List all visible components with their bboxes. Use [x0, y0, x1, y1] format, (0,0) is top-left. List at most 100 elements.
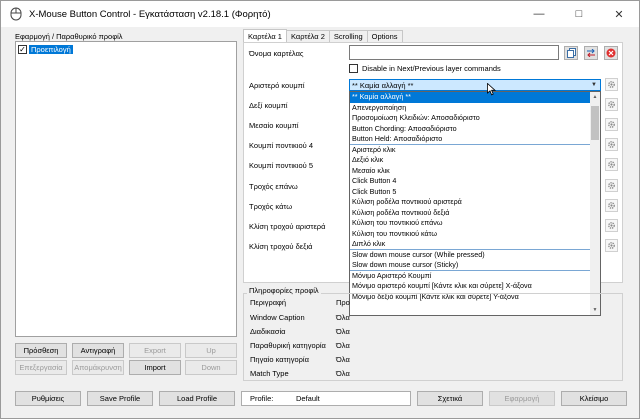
save-profile-button[interactable]: Save Profile — [87, 391, 153, 406]
copy-profile-button[interactable]: Αντιγραφή — [72, 343, 124, 358]
window-caption-value: Όλα — [336, 313, 350, 322]
wheel-up-label: Τροχός επάνω — [249, 182, 298, 191]
gear-icon[interactable] — [605, 219, 618, 232]
scrollbar-thumb[interactable] — [591, 106, 599, 140]
process-label: Διαδικασία — [250, 327, 286, 336]
description-label: Περιγραφή — [250, 298, 287, 307]
gear-icon[interactable] — [605, 199, 618, 212]
profiles-panel-title: Εφαρμογή / Παραθυρικό προφίλ — [15, 32, 123, 41]
list-item[interactable]: Slow down mouse cursor (Sticky) — [350, 260, 600, 271]
profile-checkbox[interactable]: ✓ — [18, 45, 27, 54]
description-value: Προ — [336, 298, 350, 307]
disable-layer-option[interactable]: Disable in Next/Previous layer commands — [349, 64, 501, 73]
tab-scrolling[interactable]: Scrolling — [328, 30, 368, 42]
left-button-action-select[interactable]: ** Καμία αλλαγή ** ▼ — [349, 79, 601, 91]
chevron-down-icon[interactable]: ▼ — [588, 80, 600, 90]
list-item[interactable]: Απενεργοποίηση — [350, 103, 600, 114]
mouse-button-4-label: Κουμπί ποντικιού 4 — [249, 141, 313, 150]
mouse-button-5-label: Κουμπί ποντικιού 5 — [249, 161, 313, 170]
list-item[interactable]: Click Button 5 — [350, 187, 600, 198]
list-item[interactable]: Διπλό κλικ — [350, 239, 600, 250]
list-item[interactable]: ✓ Προεπιλογή — [18, 44, 234, 55]
gear-icon[interactable] — [605, 118, 618, 131]
export-button[interactable]: Export — [129, 343, 181, 358]
process-value: Όλα — [336, 327, 350, 336]
up-button[interactable]: Up — [185, 343, 237, 358]
match-type-value: Όλα — [336, 369, 350, 378]
list-item[interactable]: Click Button 4 — [350, 176, 600, 187]
tab-strip: Καρτέλα 1 Καρτέλα 2 Scrolling Options — [243, 29, 403, 42]
window-class-value: Όλα — [336, 341, 350, 350]
profile-value: Default — [296, 394, 320, 403]
match-type-label: Match Type — [250, 369, 289, 378]
gear-icon[interactable] — [605, 158, 618, 171]
apply-button[interactable]: Εφαρμογή — [489, 391, 555, 406]
parent-class-value: Όλα — [336, 355, 350, 364]
window-title: X-Mouse Button Control - Εγκατάσταση v2.… — [29, 8, 271, 20]
tilt-left-label: Κλίση τροχού αριστερά — [249, 222, 326, 231]
edit-profile-button[interactable]: Επεξεργασία — [15, 360, 67, 375]
list-item[interactable]: Δεξιό κλικ — [350, 155, 600, 166]
list-item[interactable]: Αριστερό κλικ — [350, 145, 600, 156]
dropdown-scrollbar[interactable]: ▲ ▼ — [590, 92, 600, 315]
profile-label-text: Profile: — [250, 394, 274, 403]
settings-button[interactable]: Ρυθμίσεις — [15, 391, 81, 406]
tab-1[interactable]: Καρτέλα 1 — [243, 29, 287, 42]
add-profile-button[interactable]: Πρόσθεση — [15, 343, 67, 358]
profile-list[interactable]: ✓ Προεπιλογή — [15, 41, 237, 337]
tab-name-label: Όνομα καρτέλας — [249, 49, 304, 58]
parent-class-label: Πηγαίο κατηγορία — [250, 355, 309, 364]
list-item[interactable]: Κύλιση ροδέλα ποντικιού αριστερά — [350, 197, 600, 208]
wheel-down-label: Τροχός κάτω — [249, 202, 293, 211]
list-item[interactable]: Μόνιμο αριστερό κουμπί [Κάντε κλικ και σ… — [350, 281, 600, 292]
gear-icon[interactable] — [605, 179, 618, 192]
gear-icon[interactable] — [605, 138, 618, 151]
list-item[interactable]: Μόνιμο Αριστερό Κουμπί — [350, 271, 600, 282]
profile-label[interactable]: Προεπιλογή — [29, 45, 73, 54]
minimize-icon[interactable]: — — [519, 1, 559, 27]
profile-info-group — [243, 293, 623, 381]
close-icon[interactable]: ✕ — [599, 1, 639, 27]
mouse-cursor-icon — [487, 82, 497, 98]
tab-name-input[interactable] — [349, 45, 559, 60]
down-button[interactable]: Down — [185, 360, 237, 375]
title-bar: X-Mouse Button Control - Εγκατάσταση v2.… — [1, 1, 639, 27]
maximize-icon[interactable]: □ — [559, 1, 599, 27]
window-class-label: Παραθυρική κατηγορία — [250, 341, 326, 350]
import-button[interactable]: Import — [129, 360, 181, 375]
remove-profile-button[interactable]: Απομάκρυνση — [72, 360, 124, 375]
swap-icon[interactable] — [584, 46, 598, 60]
list-item[interactable]: Κύλιση του ποντικιού επάνω — [350, 218, 600, 229]
list-item[interactable]: Κύλιση του ποντικιού κάτω — [350, 229, 600, 240]
clear-icon[interactable] — [604, 46, 618, 60]
gear-icon[interactable] — [605, 239, 618, 252]
middle-button-label: Μεσαίο κουμπί — [249, 121, 299, 130]
app-window: X-Mouse Button Control - Εγκατάσταση v2.… — [0, 0, 640, 419]
tilt-right-label: Κλίση τροχού δεξιά — [249, 242, 313, 251]
list-item[interactable]: ** Καμία αλλαγή ** — [350, 92, 600, 103]
copy-icon[interactable] — [564, 46, 578, 60]
gear-icon[interactable] — [605, 98, 618, 111]
about-button[interactable]: Σχετικά — [417, 391, 483, 406]
tab-2[interactable]: Καρτέλα 2 — [285, 30, 330, 42]
profile-info-title: Πληροφορίες προφίλ — [247, 286, 321, 295]
scroll-up-icon[interactable]: ▲ — [590, 92, 600, 102]
combo-value: ** Καμία αλλαγή ** — [352, 80, 414, 90]
close-button[interactable]: Κλείσιμο — [561, 391, 627, 406]
window-caption-label: Window Caption — [250, 313, 305, 322]
load-profile-button[interactable]: Load Profile — [159, 391, 235, 406]
action-dropdown-list[interactable]: ** Καμία αλλαγή ** Απενεργοποίηση Προσομ… — [349, 91, 601, 316]
list-item[interactable]: Button Held: Αποσαδιόριστο — [350, 134, 600, 145]
disable-layer-checkbox[interactable] — [349, 64, 358, 73]
tab-options[interactable]: Options — [366, 30, 403, 42]
list-item[interactable]: Κύλιση ροδέλα ποντικιού δεξιά — [350, 208, 600, 219]
list-item[interactable]: Μεσαίο κλικ — [350, 166, 600, 177]
left-button-label: Αριστερό κουμπί — [249, 81, 305, 90]
gear-icon[interactable] — [605, 78, 618, 91]
list-item[interactable]: Slow down mouse cursor (While pressed) — [350, 250, 600, 261]
disable-layer-label: Disable in Next/Previous layer commands — [362, 64, 501, 73]
list-item[interactable]: Προσομοίωση Κλειδιών: Αποσαδιόριστο — [350, 113, 600, 124]
list-item[interactable]: Button Chording: Αποσαδιόριστο — [350, 124, 600, 135]
right-button-label: Δεξί κουμπί — [249, 101, 288, 110]
mouse-app-icon — [9, 7, 23, 21]
